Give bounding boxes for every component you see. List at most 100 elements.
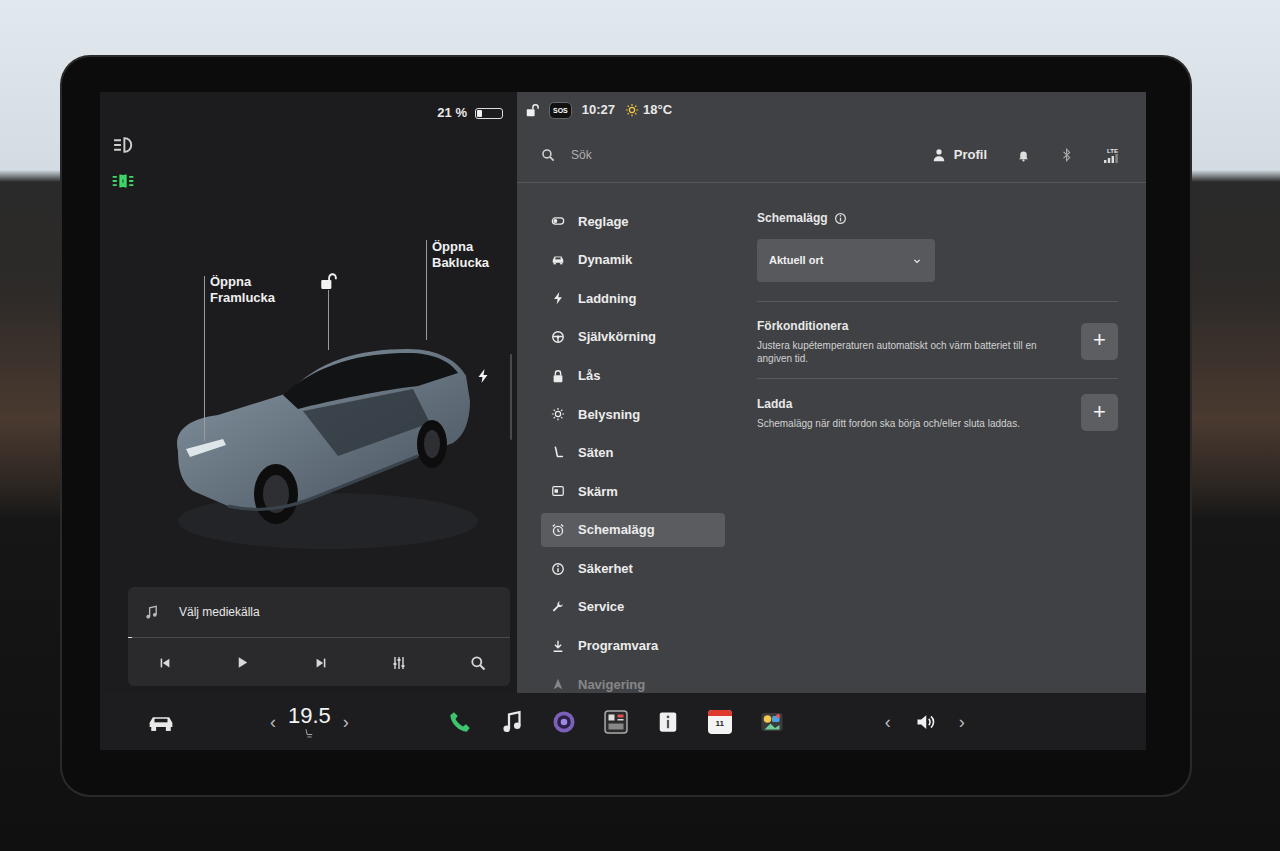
info-icon	[834, 212, 847, 225]
menu-label: Säkerhet	[578, 559, 633, 579]
bluetooth-button[interactable]	[1060, 148, 1074, 162]
menu-item[interactable]: Säten	[541, 436, 725, 470]
lock-status[interactable]	[525, 103, 539, 117]
open-frunk-button[interactable]: ÖppnaFramlucka	[210, 274, 275, 306]
screen-icon	[551, 484, 565, 498]
mute-button[interactable]	[915, 712, 935, 732]
signal-icon	[1104, 154, 1118, 163]
touchscreen: 21 % ÖppnaFramlucka ÖppnaBaklucka Välj medi…	[100, 92, 1146, 750]
manual-app[interactable]	[655, 709, 681, 735]
menu-row: Dynamik	[541, 241, 725, 280]
equalizer-icon	[391, 655, 407, 671]
equalizer-button[interactable]	[391, 650, 407, 674]
headlights-icon	[112, 134, 134, 156]
menu-label: Programvara	[578, 636, 658, 656]
play-icon	[235, 655, 250, 670]
search-field[interactable]	[569, 145, 769, 165]
schedule-title: Förkonditionera	[757, 317, 1057, 335]
menu-item[interactable]: Belysning	[541, 397, 725, 431]
nav-icon	[551, 677, 565, 691]
menu-row: Självkörning	[541, 318, 725, 357]
seat-icon	[551, 446, 565, 460]
location-dropdown[interactable]: Aktuell ort	[757, 239, 935, 282]
next-button[interactable]	[314, 650, 328, 674]
nav-icon	[551, 677, 565, 691]
menu-item[interactable]: Dynamik	[541, 243, 725, 277]
menu-item[interactable]: Navigering	[541, 667, 725, 701]
music-app[interactable]	[499, 709, 525, 735]
open-trunk-button[interactable]: ÖppnaBaklucka	[432, 239, 489, 271]
previous-button[interactable]	[158, 650, 172, 674]
music-icon	[500, 710, 524, 734]
sos-badge[interactable]: SOS	[549, 102, 572, 119]
menu-label: Säten	[578, 443, 613, 463]
add-button[interactable]: +	[1081, 394, 1118, 431]
menu-row: Belysning	[541, 395, 725, 434]
dashcam-app[interactable]	[603, 709, 629, 735]
temperature-up-button[interactable]: ›	[343, 713, 349, 731]
info-button[interactable]	[834, 212, 847, 225]
menu-item[interactable]: Service	[541, 590, 725, 624]
temperature-down-button[interactable]: ‹	[270, 713, 276, 731]
screen-icon	[551, 484, 565, 498]
parking-light-icon[interactable]	[112, 168, 134, 192]
bell-icon	[1017, 149, 1030, 162]
menu-item[interactable]: Säkerhet	[541, 552, 725, 586]
menu-item[interactable]: Schemalägg	[541, 513, 725, 547]
volume-down-button[interactable]: ‹	[885, 713, 891, 731]
person-icon	[932, 148, 946, 162]
menu-row: Lås	[541, 356, 725, 395]
media-player: Välj mediekälla	[128, 587, 510, 686]
menu-item[interactable]: Laddning	[541, 281, 725, 315]
media-source-button[interactable]: Välj mediekälla	[179, 603, 260, 621]
menu-label: Service	[578, 597, 624, 617]
door-lock-button[interactable]	[319, 268, 337, 292]
volume-up-button[interactable]: ›	[959, 713, 965, 731]
phone-app[interactable]	[447, 709, 473, 735]
menu-item[interactable]: Lås	[541, 359, 725, 393]
schedule-settings: SchemaläggAktuell ortFörkonditioneraJust…	[725, 183, 1146, 693]
menu-label: Navigering	[578, 675, 645, 695]
profile-button[interactable]: Profil	[932, 145, 987, 165]
battery-reading: 21 %	[437, 103, 467, 123]
menu-label: Självkörning	[578, 327, 656, 347]
phone-icon	[448, 710, 472, 734]
play-button[interactable]	[235, 650, 250, 674]
manual-icon	[657, 711, 679, 733]
seat-icon	[551, 446, 565, 460]
calendar-app[interactable]: 11	[707, 709, 733, 735]
alarm-icon	[551, 523, 565, 537]
menu-item[interactable]: Skärm	[541, 474, 725, 508]
menu-row: Skärm	[541, 472, 725, 511]
menu-item[interactable]: Självkörning	[541, 320, 725, 354]
charge-port-button[interactable]	[475, 363, 491, 387]
climate-control[interactable]: 19.5	[288, 704, 331, 739]
car-view: ÖppnaFramlucka ÖppnaBaklucka	[100, 126, 517, 587]
notifications-button[interactable]	[1017, 149, 1030, 162]
music-note-icon	[144, 605, 159, 620]
media-progress	[128, 637, 510, 638]
camera-app[interactable]	[551, 709, 577, 735]
car-button[interactable]	[148, 709, 174, 735]
menu-label: Skärm	[578, 482, 618, 502]
menu-row: Laddning	[541, 279, 725, 318]
menu-item[interactable]: Programvara	[541, 629, 725, 663]
download-icon	[551, 639, 565, 653]
sun-icon	[625, 103, 639, 117]
arcade-app[interactable]	[759, 709, 785, 735]
toggle-icon	[551, 214, 565, 228]
media-search-button[interactable]	[470, 650, 486, 674]
section-title: Schemalägg	[757, 209, 828, 227]
bottom-bar: ‹ 19.5 › 11 ‹ ›	[100, 693, 1146, 750]
car-icon	[551, 253, 565, 267]
add-button[interactable]: +	[1081, 323, 1118, 360]
calendar-icon: 11	[708, 710, 732, 734]
bolt-icon	[551, 291, 565, 305]
app-dock: 11	[447, 709, 785, 735]
headlights-light-icon[interactable]	[112, 132, 134, 156]
menu-item[interactable]: Reglage	[541, 204, 725, 238]
callout-line	[204, 276, 205, 441]
menu-row: Schemalägg	[541, 511, 725, 550]
network-type: LTE	[1107, 148, 1118, 154]
menu-label: Dynamik	[578, 250, 632, 270]
